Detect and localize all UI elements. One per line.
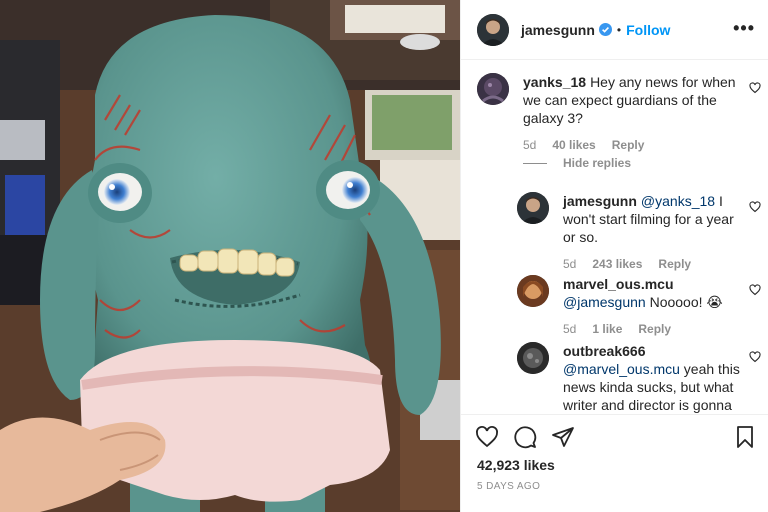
like-comment-heart-icon[interactable] (749, 82, 761, 94)
comment-meta: 5d 40 likes Reply (523, 136, 747, 154)
comment-body: marvel_ous.mcu @jamesgunn Nooooo! 😭 5d 1 … (563, 275, 723, 338)
comment-username[interactable]: yanks_18 (523, 74, 586, 90)
save-bookmark-button[interactable] (733, 425, 757, 449)
more-options-icon[interactable]: ••• (733, 18, 755, 39)
like-comment-heart-icon[interactable] (749, 351, 761, 363)
comment-text: Nooooo! 😭 (645, 294, 723, 310)
comment-item: yanks_18 Hey any news for when we can exp… (477, 73, 747, 154)
hide-replies-line (523, 162, 547, 164)
header-separator: • (616, 22, 622, 37)
comment-likes[interactable]: 1 like (592, 320, 622, 338)
post-likes-count[interactable]: 42,923 likes (477, 457, 555, 473)
reply-button[interactable]: Reply (658, 255, 691, 273)
comment-meta: 5d 243 likes Reply (563, 255, 747, 273)
like-comment-heart-icon[interactable] (749, 201, 761, 213)
comment-likes[interactable]: 243 likes (592, 255, 642, 273)
comment-body: jamesgunn @yanks_18 I won't start filming… (563, 192, 747, 273)
commenter-avatar[interactable] (477, 73, 509, 105)
reply-button[interactable]: Reply (638, 320, 671, 338)
comment-username[interactable]: outbreak666 (563, 343, 645, 359)
author-username[interactable]: jamesgunn (521, 22, 595, 38)
comment-bubble-icon[interactable] (513, 425, 537, 449)
commenter-avatar[interactable] (517, 192, 549, 224)
comment-body: outbreak666 @marvel_ous.mcu yeah this new… (563, 342, 747, 414)
comment-text-block: outbreak666 @marvel_ous.mcu yeah this new… (563, 342, 747, 414)
hide-replies-label: Hide replies (563, 156, 632, 170)
comment-age[interactable]: 5d (523, 136, 536, 154)
verified-badge-icon (598, 23, 612, 36)
post-header: jamesgunn • Follow ••• (461, 0, 768, 60)
action-icons-row (475, 425, 575, 449)
post-side-panel: jamesgunn • Follow ••• yanks_18 Hey any … (460, 0, 768, 512)
share-paper-plane-icon[interactable] (551, 425, 575, 449)
reply-item: jamesgunn @yanks_18 I won't start filming… (517, 192, 747, 273)
post-actions: 42,923 likes 5 DAYS AGO (461, 414, 768, 512)
commenter-avatar[interactable] (517, 342, 549, 374)
plush-toy-image (0, 0, 460, 512)
hide-replies-toggle[interactable]: Hide replies (523, 156, 631, 170)
commenter-avatar[interactable] (517, 275, 549, 307)
author-avatar[interactable] (477, 13, 509, 46)
comment-mention[interactable]: @jamesgunn (563, 294, 646, 310)
comment-text-block: jamesgunn @yanks_18 I won't start filming… (563, 192, 747, 246)
comment-username[interactable]: jamesgunn (563, 193, 637, 209)
reply-item: outbreak666 @marvel_ous.mcu yeah this new… (517, 342, 747, 414)
like-heart-icon[interactable] (475, 425, 499, 449)
bookmark-icon (737, 426, 753, 448)
comment-age[interactable]: 5d (563, 255, 576, 273)
comment-text-block: marvel_ous.mcu @jamesgunn Nooooo! 😭 (563, 275, 723, 311)
reply-item: marvel_ous.mcu @jamesgunn Nooooo! 😭 5d 1 … (517, 275, 747, 338)
comment-likes[interactable]: 40 likes (552, 136, 595, 154)
follow-button[interactable]: Follow (626, 22, 670, 38)
comment-mention[interactable]: @marvel_ous.mcu (563, 361, 680, 377)
reply-button[interactable]: Reply (612, 136, 645, 154)
comments-list[interactable]: yanks_18 Hey any news for when we can exp… (461, 61, 768, 414)
post-timestamp[interactable]: 5 DAYS AGO (477, 481, 540, 492)
like-comment-heart-icon[interactable] (749, 284, 761, 296)
comment-age[interactable]: 5d (563, 320, 576, 338)
comment-text-block: yanks_18 Hey any news for when we can exp… (523, 73, 747, 127)
comment-username[interactable]: marvel_ous.mcu (563, 276, 674, 292)
post-photo (0, 0, 460, 512)
comment-mention[interactable]: @yanks_18 (641, 193, 715, 209)
comment-body: yanks_18 Hey any news for when we can exp… (523, 73, 747, 154)
comment-meta: 5d 1 like Reply (563, 320, 723, 338)
